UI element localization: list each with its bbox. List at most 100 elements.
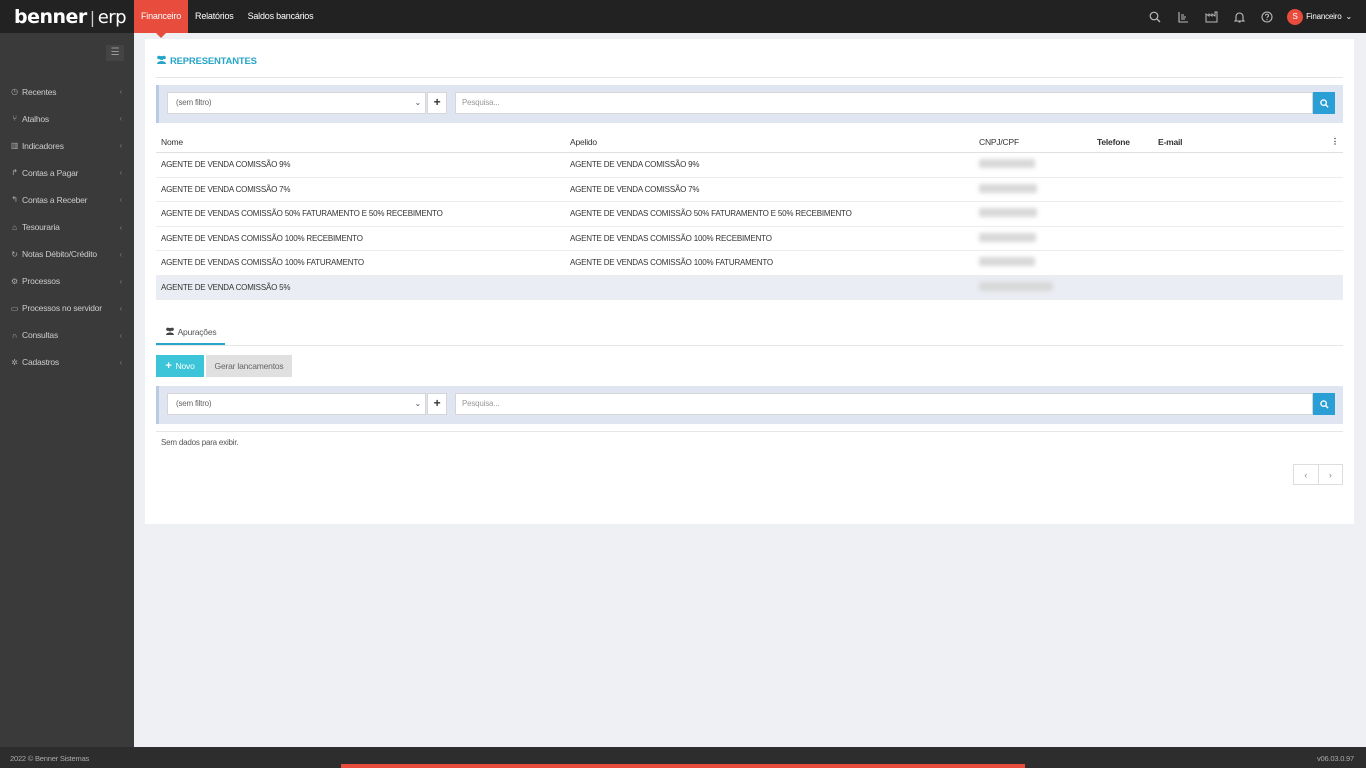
topnav-relatorios[interactable]: Relatórios — [188, 0, 241, 33]
sidebar-item-label: Indicadores — [22, 140, 64, 151]
sidebar-item-recentes[interactable]: ◷ Recentes ‹ — [0, 78, 134, 105]
gerar-lancamentos-button[interactable]: Gerar lancamentos — [206, 355, 292, 377]
search-icon[interactable] — [1141, 0, 1169, 33]
tab-apuracoes[interactable]: Apurações — [156, 321, 225, 345]
sidebar-item-label: Processos no servidor — [22, 303, 102, 314]
cell-cnpj-blurred — [979, 159, 1035, 170]
top-nav: Financeiro Relatórios Saldos bancários — [134, 0, 321, 38]
column-header-telefone[interactable]: Telefone — [1097, 137, 1130, 147]
add-filter-button[interactable]: + — [427, 393, 447, 415]
topnav-financeiro[interactable]: Financeiro — [134, 0, 189, 38]
sidebar-item-atalhos[interactable]: ⑂ Atalhos ‹ — [0, 105, 134, 132]
sidebar-item-notas-debito-credito[interactable]: ↻ Notas Débito/Crédito ‹ — [0, 241, 134, 268]
search-icon — [1319, 98, 1329, 108]
search-input[interactable]: Pesquisa... — [455, 92, 1313, 114]
empty-message: Sem dados para exibir. — [161, 438, 239, 447]
table-row[interactable]: AGENTE DE VENDAS COMISSÃO 50% FATURAMENT… — [156, 202, 1343, 227]
refresh-icon: ↻ — [11, 249, 18, 259]
sidebar-item-processos[interactable]: ⚙ Processos ‹ — [0, 268, 134, 295]
search-icon — [1319, 399, 1329, 409]
company-icon[interactable] — [1197, 0, 1225, 33]
column-header-nome[interactable]: Nome — [161, 137, 183, 147]
chevron-left-icon: ‹ — [119, 303, 123, 313]
version: v06.03.0.97 — [1317, 754, 1354, 763]
filter-select[interactable]: (sem filtro) ⌄ — [167, 92, 426, 114]
pager-prev-button[interactable]: ‹ — [1294, 465, 1319, 484]
search-input[interactable]: Pesquisa... — [455, 393, 1313, 415]
column-header-cnpj-cpf[interactable]: CNPJ/CPF — [979, 137, 1019, 147]
table-row-selected[interactable]: AGENTE DE VENDA COMISSÃO 5% — [156, 275, 1343, 300]
chevron-down-icon: ⌄ — [414, 399, 421, 408]
cell-cnpj-blurred — [979, 257, 1035, 268]
sidebar-item-cadastros[interactable]: ✲ Cadastros ‹ — [0, 349, 134, 376]
divider — [156, 345, 1343, 346]
share-icon: ↱ — [11, 168, 18, 178]
sidebar-item-label: Processos — [22, 276, 60, 287]
main-card: REPRESENTANTES (sem filtro) ⌄ + Pesquisa.… — [145, 39, 1354, 524]
bell-icon[interactable] — [1225, 0, 1253, 33]
pager-next-button[interactable]: › — [1319, 465, 1343, 484]
cell-apelido: AGENTE DE VENDA COMISSÃO 9% — [570, 160, 700, 170]
chevron-left-icon: ‹ — [119, 87, 123, 97]
sidebar-item-label: Contas a Pagar — [22, 167, 79, 178]
sidebar-item-tesouraria[interactable]: ⌂ Tesouraria ‹ — [0, 213, 134, 240]
sidebar-item-indicadores[interactable]: ▥ Indicadores ‹ — [0, 132, 134, 159]
cell-cnpj-blurred — [979, 281, 1053, 293]
chevron-left-icon: ‹ — [119, 141, 123, 151]
help-icon[interactable] — [1253, 0, 1281, 33]
sidebar-item-contas-a-receber[interactable]: ↰ Contas a Receber ‹ — [0, 186, 134, 213]
sidebar-item-label: Tesouraria — [22, 222, 60, 233]
chevron-left-icon: ‹ — [119, 330, 123, 340]
add-filter-button[interactable]: + — [427, 92, 447, 114]
user-name: Financeiro — [1306, 12, 1342, 21]
table-row[interactable]: AGENTE DE VENDA COMISSÃO 7% AGENTE DE VE… — [156, 178, 1343, 202]
copyright: 2022 © Benner Sistemas — [10, 754, 90, 763]
divider — [156, 77, 1343, 78]
user-menu[interactable]: S Financeiro ⌄ — [1287, 8, 1352, 25]
benner-logo[interactable]: benner | erp — [14, 6, 127, 28]
filter-bar: (sem filtro) ⌄ + Pesquisa... — [156, 85, 1343, 123]
cell-nome: AGENTE DE VENDAS COMISSÃO 100% RECEBIMEN… — [161, 233, 363, 243]
sidebar-item-label: Notas Débito/Crédito — [22, 249, 97, 260]
cell-nome: AGENTE DE VENDA COMISSÃO 9% — [161, 160, 291, 170]
cell-cnpj-blurred — [979, 208, 1037, 219]
sidebar-item-processos-no-servidor[interactable]: ▭ Processos no servidor ‹ — [0, 295, 134, 322]
pagination: ‹ › — [1293, 464, 1343, 485]
column-options-icon[interactable]: ⋮ — [1331, 136, 1340, 147]
table-row[interactable]: AGENTE DE VENDA COMISSÃO 9% AGENTE DE VE… — [156, 153, 1343, 178]
cell-apelido: AGENTE DE VENDAS COMISSÃO 100% RECEBIMEN… — [570, 233, 772, 243]
plus-icon: + — [165, 360, 172, 372]
novo-button[interactable]: + Novo — [156, 355, 204, 377]
sidebar-item-consultas[interactable]: ∩ Consultas ‹ — [0, 322, 134, 349]
binoculars-icon: ∩ — [11, 330, 18, 340]
sidebar-item-contas-a-pagar[interactable]: ↱ Contas a Pagar ‹ — [0, 159, 134, 186]
report-icon[interactable] — [1169, 0, 1197, 33]
search-button[interactable] — [1313, 92, 1335, 114]
chevron-left-icon: ‹ — [119, 357, 123, 367]
column-header-apelido[interactable]: Apelido — [570, 137, 597, 147]
cell-nome: AGENTE DE VENDAS COMISSÃO 50% FATURAMENT… — [161, 209, 443, 219]
cell-apelido: AGENTE DE VENDAS COMISSÃO 100% FATURAMEN… — [570, 258, 773, 268]
sidebar-item-label: Cadastros — [22, 357, 59, 368]
search-button[interactable] — [1313, 393, 1335, 415]
users-icon — [156, 55, 167, 67]
table-row[interactable]: AGENTE DE VENDAS COMISSÃO 100% RECEBIMEN… — [156, 227, 1343, 251]
sidebar-item-label: Consultas — [22, 330, 58, 341]
filter-select[interactable]: (sem filtro) ⌄ — [167, 393, 426, 415]
sidebar-item-label: Recentes — [22, 86, 57, 97]
divider — [156, 431, 1343, 432]
chevron-left-icon: ‹ — [119, 114, 123, 124]
bank-icon: ⌂ — [12, 222, 17, 232]
page-title-text: REPRESENTANTES — [170, 55, 257, 67]
topnav-saldos-bancarios[interactable]: Saldos bancários — [241, 0, 321, 33]
users-icon — [165, 327, 175, 337]
page-title: REPRESENTANTES — [156, 55, 257, 67]
sidebar-item-label: Contas a Receber — [22, 194, 88, 205]
table-row[interactable]: AGENTE DE VENDAS COMISSÃO 100% FATURAMEN… — [156, 251, 1343, 276]
gears-icon: ⚙ — [11, 276, 18, 286]
column-header-email[interactable]: E-mail — [1158, 137, 1183, 147]
cell-cnpj-blurred — [979, 232, 1036, 244]
novo-label: Novo — [175, 361, 195, 371]
menu-toggle-icon[interactable]: ☰ — [106, 45, 124, 61]
filter-bar-apuracoes: (sem filtro) ⌄ + Pesquisa... — [156, 386, 1343, 424]
